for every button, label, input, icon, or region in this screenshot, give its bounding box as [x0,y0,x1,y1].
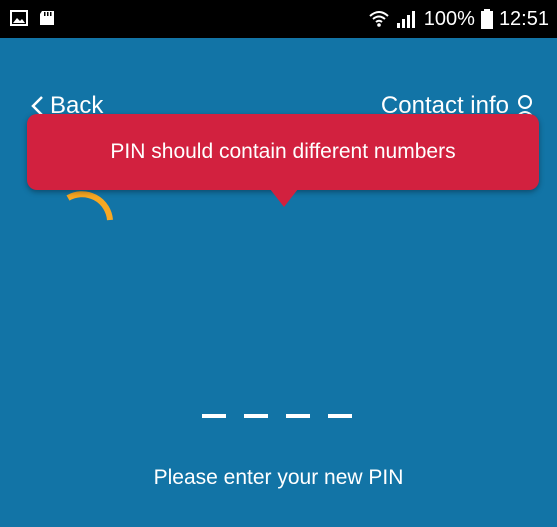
gallery-icon [10,10,28,26]
status-bar: 100% 12:51 [0,0,557,38]
pin-digit-slot [286,414,310,418]
battery-percent: 100% [423,7,475,30]
pin-input[interactable] [202,414,352,418]
battery-icon [480,9,493,29]
status-bar-right: 100% 12:51 [368,0,549,38]
signal-icon [396,11,415,28]
clock: 12:51 [498,7,549,30]
sd-card-icon [40,11,54,25]
pin-digit-slot [202,414,226,418]
tooltip-arrow [270,189,298,207]
tooltip-message: PIN should contain different numbers [110,140,456,163]
wifi-icon [369,11,389,27]
error-tooltip: PIN should contain different numbers [27,114,539,190]
pin-prompt: Please enter your new PIN [153,466,404,489]
pin-digit-slot [328,414,352,418]
pin-digit-slot [244,414,268,418]
pin-setup-screen: 100% 12:51 Back Contact info PIN should … [0,0,557,527]
